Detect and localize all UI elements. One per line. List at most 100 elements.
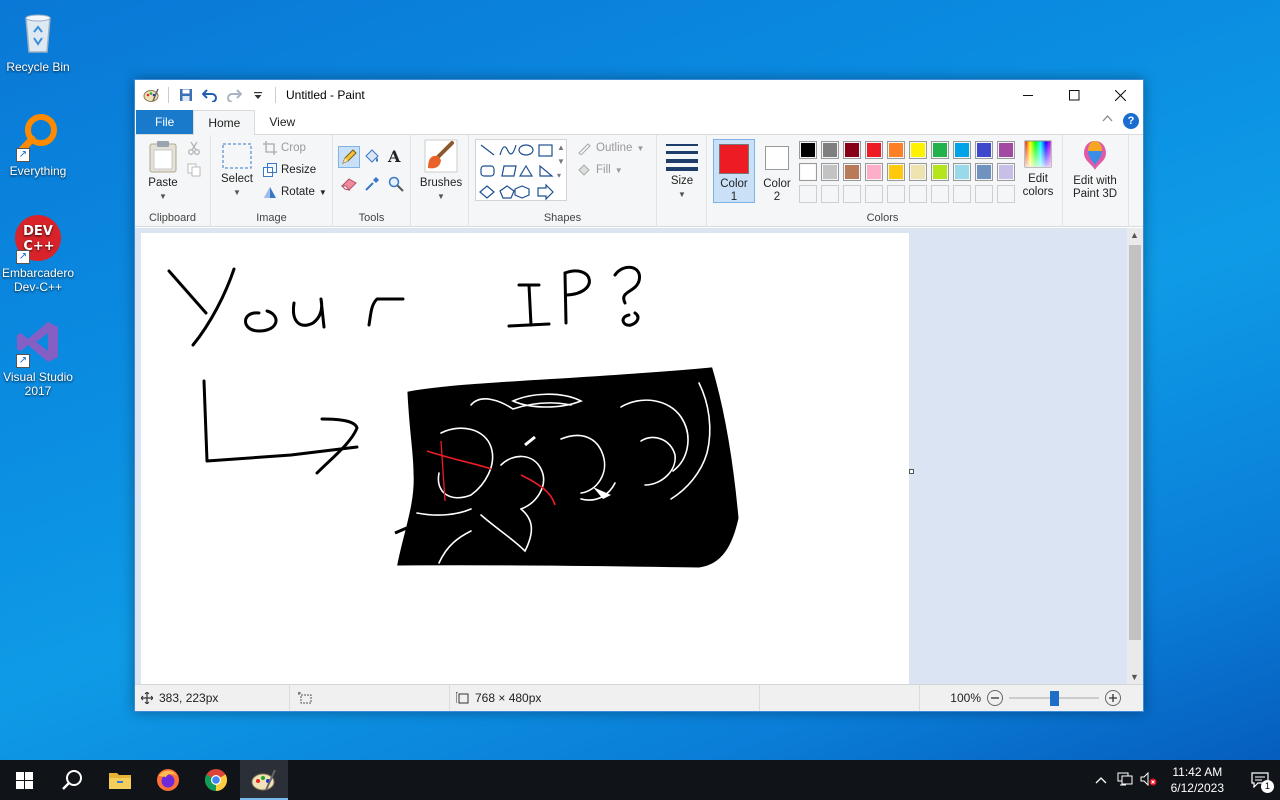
rotate-dropdown-icon[interactable]: ▼ [319,188,327,197]
palette-swatch[interactable] [953,163,971,181]
palette-swatch[interactable] [843,141,861,159]
collapse-ribbon-icon[interactable] [1102,113,1113,125]
help-icon[interactable]: ? [1123,113,1139,129]
zoom-in-button[interactable] [1105,690,1121,706]
scrollbar-thumb[interactable] [1129,245,1141,640]
palette-swatch-empty[interactable] [997,185,1015,203]
fill-tool[interactable] [363,148,380,168]
palette-swatch[interactable] [843,163,861,181]
volume-muted-icon[interactable] [1137,771,1161,789]
desktop-icon-everything[interactable]: ↗ Everything [0,112,76,178]
palette-swatch-empty[interactable] [931,185,949,203]
fill-dropdown-icon[interactable]: ▼ [615,166,623,175]
color-picker-tool[interactable] [364,176,380,195]
palette-swatch[interactable] [997,163,1015,181]
palette-swatch-empty[interactable] [953,185,971,203]
palette-swatch-empty[interactable] [909,185,927,203]
maximize-button[interactable] [1051,80,1097,110]
palette-swatch-empty[interactable] [821,185,839,203]
close-button[interactable] [1097,80,1143,110]
minimize-button[interactable] [1005,80,1051,110]
palette-swatch[interactable] [909,141,927,159]
select-dropdown-icon[interactable]: ▼ [219,186,255,199]
brushes-dropdown-icon[interactable]: ▼ [417,190,465,203]
redo-icon[interactable] [225,86,243,104]
color2-button[interactable]: Color 2 [757,140,797,204]
paint-app-icon[interactable] [142,86,160,104]
shapes-gallery[interactable] [475,139,567,201]
customize-qat-icon[interactable] [249,86,267,104]
palette-swatch[interactable] [931,163,949,181]
palette-swatch[interactable] [909,163,927,181]
palette-swatch[interactable] [997,141,1015,159]
palette-swatch[interactable] [799,163,817,181]
palette-swatch[interactable] [975,163,993,181]
palette-swatch[interactable] [821,163,839,181]
select-button[interactable]: Select ▼ [219,143,255,199]
paste-button[interactable]: Paste ▼ [143,139,183,203]
canvas-resize-handle[interactable] [909,469,914,474]
magnifier-icon [388,176,404,192]
taskbar-firefox[interactable] [144,760,192,800]
notification-center-button[interactable]: 1 [1240,760,1280,800]
tab-file[interactable]: File [136,110,194,134]
outline-dropdown-icon[interactable]: ▼ [636,144,644,153]
scroll-down-arrow[interactable]: ▼ [1130,672,1139,682]
outline-button[interactable]: Outline ▼ [577,141,644,155]
show-hidden-icons-button[interactable] [1089,773,1113,787]
scroll-up-arrow[interactable]: ▲ [1130,230,1139,240]
palette-swatch[interactable] [865,163,883,181]
start-button[interactable] [0,760,48,800]
palette-swatch[interactable] [931,141,949,159]
palette-swatch[interactable] [975,141,993,159]
crop-button[interactable]: Crop [263,141,306,155]
title-bar: Untitled - Paint [135,80,1143,110]
cut-icon[interactable] [187,141,201,158]
taskbar-paint[interactable] [240,760,288,800]
tab-home[interactable]: Home [193,110,256,135]
vertical-scrollbar[interactable]: ▲ ▼ [1127,228,1143,684]
size-button[interactable]: Size ▼ [663,141,701,201]
shapes-scroll[interactable]: ▲ ▼ ▾ [557,141,565,183]
eraser-tool[interactable] [340,177,358,194]
palette-swatch-empty[interactable] [843,185,861,203]
palette-swatch[interactable] [821,141,839,159]
desktop-icon-recycle-bin[interactable]: Recycle Bin [0,8,76,74]
magnifier-tool[interactable] [388,176,404,195]
palette-swatch[interactable] [865,141,883,159]
palette-swatch-empty[interactable] [865,185,883,203]
palette-swatch[interactable] [887,141,905,159]
palette-swatch-empty[interactable] [887,185,905,203]
search-button[interactable] [48,760,96,800]
undo-icon[interactable] [201,86,219,104]
resize-button[interactable]: Resize [263,163,316,177]
pencil-tool[interactable] [338,146,360,168]
edit-colors-button[interactable]: Edit colors [1019,139,1057,199]
brushes-button[interactable]: Brushes ▼ [417,139,465,203]
palette-swatch[interactable] [799,141,817,159]
palette-swatch[interactable] [953,141,971,159]
zoom-slider-thumb[interactable] [1049,691,1059,706]
rotate-button[interactable]: Rotate ▼ [263,185,327,199]
taskbar-file-explorer[interactable] [96,760,144,800]
palette-swatch-empty[interactable] [975,185,993,203]
palette-swatch-empty[interactable] [799,185,817,203]
fill-button[interactable]: Fill ▼ [577,163,623,177]
tab-view[interactable]: View [255,110,309,134]
edit-with-paint3d-button[interactable]: Edit with Paint 3D [1067,139,1123,201]
copy-icon[interactable] [187,163,201,180]
save-icon[interactable] [177,86,195,104]
drawing-canvas[interactable] [141,233,909,684]
clock[interactable]: 11:42 AM 6/12/2023 [1171,764,1224,796]
text-tool[interactable]: A [388,147,400,166]
zoom-out-button[interactable] [987,690,1003,706]
palette-swatch[interactable] [887,163,905,181]
desktop-icon-visual-studio[interactable]: ↗ Visual Studio 2017 [0,318,76,398]
color1-button[interactable]: Color 1 [713,139,755,203]
desktop-icon-devcpp[interactable]: DEV C++ ↗ Embarcadero Dev-C++ [0,214,76,294]
size-dropdown-icon[interactable]: ▼ [663,188,701,201]
taskbar-chrome[interactable] [192,760,240,800]
zoom-slider[interactable] [1009,690,1099,706]
paste-dropdown-icon[interactable]: ▼ [143,190,183,203]
network-icon[interactable] [1113,772,1137,789]
